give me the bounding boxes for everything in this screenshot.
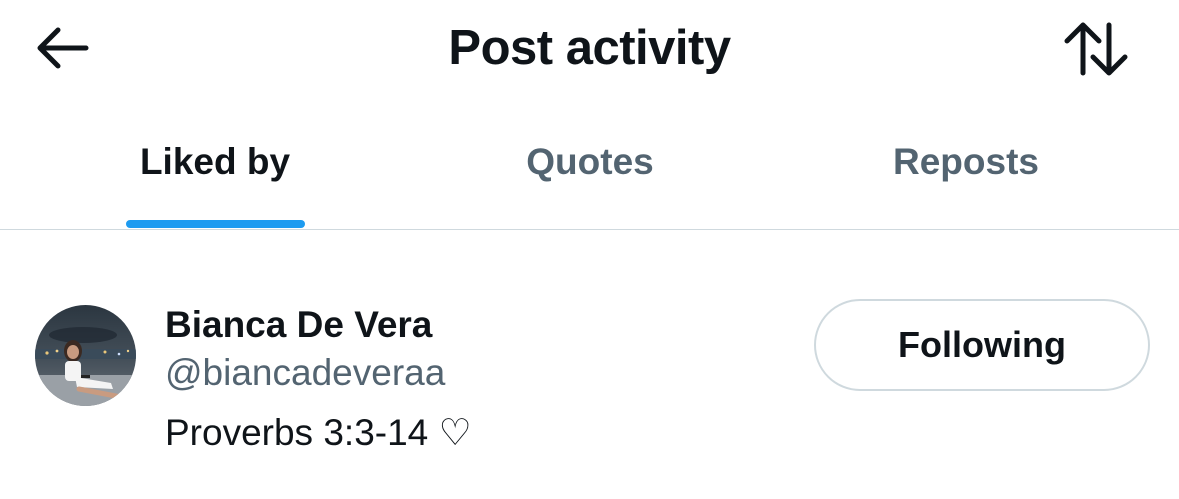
tab-liked-by[interactable]: Liked by <box>40 120 390 230</box>
user-list-item[interactable]: Bianca De Vera @biancadeveraa Proverbs 3… <box>0 230 1179 499</box>
sort-arrows-icon <box>1064 22 1128 76</box>
tab-label: Liked by <box>139 141 291 182</box>
tab-bar: Liked by Quotes Reposts <box>0 120 1179 230</box>
avatar-photo <box>35 305 136 406</box>
active-tab-indicator <box>126 220 305 228</box>
following-button[interactable]: Following <box>814 299 1150 391</box>
tab-label: Reposts <box>893 141 1039 182</box>
user-bio: Proverbs 3:3-14 ♡ <box>165 412 472 453</box>
page-title: Post activity <box>448 21 731 75</box>
tab-label: Quotes <box>526 141 654 182</box>
user-handle[interactable]: @biancadeveraa <box>165 350 445 396</box>
avatar[interactable] <box>35 305 136 406</box>
sort-button[interactable] <box>1058 18 1134 80</box>
user-name[interactable]: Bianca De Vera <box>165 302 432 348</box>
top-bar: Post activity <box>0 0 1179 100</box>
tab-quotes[interactable]: Quotes <box>415 120 765 230</box>
tab-reposts[interactable]: Reposts <box>791 120 1141 230</box>
